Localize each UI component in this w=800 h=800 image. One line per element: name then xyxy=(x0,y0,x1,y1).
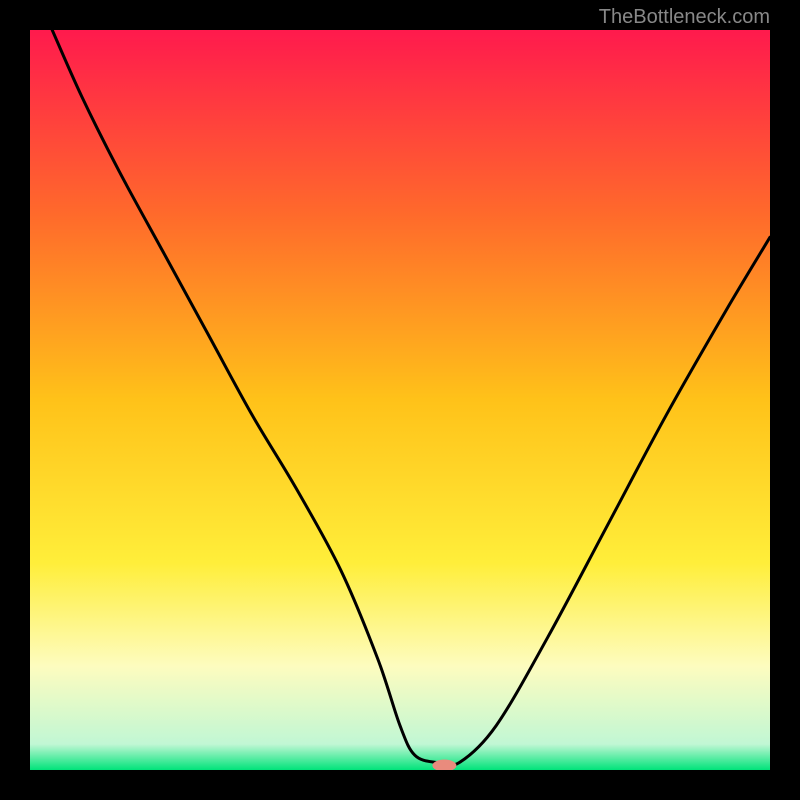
bottleneck-chart xyxy=(30,30,770,770)
attribution-label: TheBottleneck.com xyxy=(599,6,770,29)
gradient-bg xyxy=(30,30,770,770)
chart-frame xyxy=(30,30,770,770)
